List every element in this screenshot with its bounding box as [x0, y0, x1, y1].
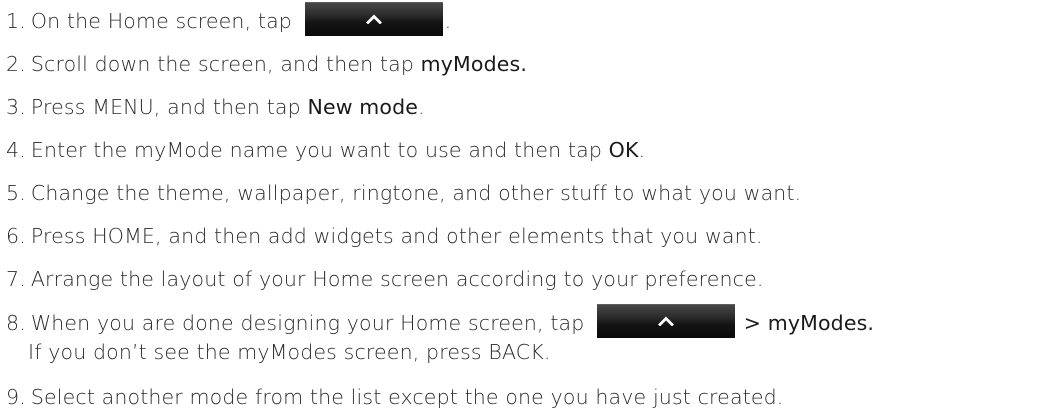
step-text: On the Home screen, tap: [30, 9, 292, 33]
step-number: 1.: [6, 9, 26, 33]
step-8: 8. When you are done designing your Home …: [6, 304, 875, 338]
home-up-button: [304, 2, 443, 36]
step-7: 7. Arrange the layout of your Home screen…: [6, 265, 764, 293]
step-number: 9.: [6, 385, 26, 409]
step-text-end: .: [638, 138, 646, 162]
step-emphasis: OK: [608, 138, 639, 162]
step-text: Press HOME, and then add widgets and oth…: [30, 224, 763, 248]
step-number: 8.: [6, 311, 26, 335]
step-emphasis: New mode: [307, 95, 419, 119]
step-text: Arrange the layout of your Home screen a…: [30, 267, 764, 291]
step-text: Enter the myMode name you want to use an…: [30, 138, 609, 162]
step-3: 3. Press MENU, and then tap New mode.: [6, 93, 425, 121]
home-up-button: [597, 304, 736, 338]
step-text-end: .: [418, 95, 425, 119]
step-text: Scroll down the screen, and then tap: [30, 52, 421, 76]
step-2: 2. Scroll down the screen, and then tap m…: [6, 50, 527, 78]
step-number: 4.: [6, 138, 26, 162]
step-8-continuation: If you don’t see the myModes screen, pre…: [28, 340, 551, 364]
step-5: 5. Change the theme, wallpaper, ringtone,…: [6, 179, 801, 207]
step-text: Change the theme, wallpaper, ringtone, a…: [30, 181, 802, 205]
step-number: 7.: [6, 267, 26, 291]
step-4: 4. Enter the myMode name you want to use …: [6, 136, 645, 164]
step-number: 2.: [6, 52, 26, 76]
step-number: 3.: [6, 95, 26, 119]
step-9: 9. Select another mode from the list exce…: [6, 383, 783, 411]
step-text: Press MENU, and then tap: [30, 95, 308, 119]
step-6: 6. Press HOME, and then add widgets and o…: [6, 222, 763, 250]
step-1: 1. On the Home screen, tap .: [6, 2, 452, 36]
step-text-end: .: [444, 9, 452, 33]
step-number: 5.: [6, 181, 26, 205]
step-text: Select another mode from the list except…: [30, 385, 784, 409]
chevron-up-icon: [365, 14, 382, 24]
step-emphasis: myModes.: [420, 52, 528, 76]
step-number: 6.: [6, 224, 26, 248]
chevron-up-icon: [658, 316, 675, 326]
step-emphasis: > myModes.: [743, 311, 875, 335]
step-text: When you are done designing your Home sc…: [30, 311, 585, 335]
